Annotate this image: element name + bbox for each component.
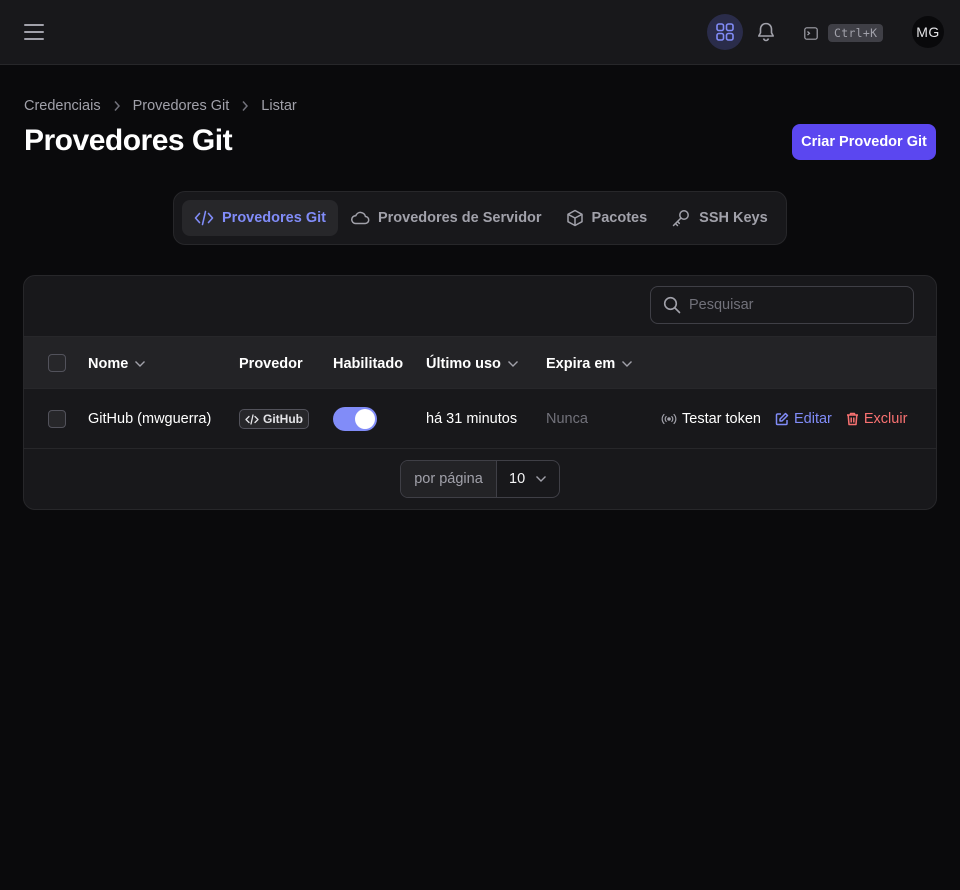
delete-label: Excluir — [863, 411, 908, 427]
column-header-expira-em[interactable]: Expira em — [546, 337, 633, 390]
delete-button[interactable]: Excluir — [846, 411, 908, 427]
test-token-button[interactable]: Testar token — [661, 411, 761, 427]
row-last-used: há 31 minutos — [426, 411, 518, 427]
row-checkbox[interactable] — [48, 410, 66, 428]
page-title: Provedores Git — [24, 124, 233, 157]
row-enabled — [333, 389, 377, 449]
search-icon — [663, 296, 681, 314]
search-input[interactable] — [689, 297, 889, 313]
row-actions: Testar token Editar Excluir — [661, 389, 907, 449]
notifications-button[interactable] — [751, 17, 781, 47]
column-label: Habilitado — [333, 355, 404, 372]
column-header-provedor: Provedor — [239, 337, 303, 390]
column-label: Último uso — [426, 355, 501, 372]
signal-icon — [661, 413, 677, 425]
test-token-label: Testar token — [682, 411, 761, 427]
provider-badge: GitHub — [239, 409, 309, 429]
chevron-down-icon — [135, 360, 146, 367]
chevron-down-icon — [536, 476, 546, 482]
git-providers-table: Nome Provedor Habilitado Último uso Expi… — [23, 275, 937, 510]
pagination: por página 10 — [400, 460, 560, 498]
chevron-right-icon — [113, 100, 121, 112]
shortcut-badge: Ctrl+K — [828, 24, 884, 42]
provider-label: GitHub — [263, 412, 303, 426]
tab-ssh-keys[interactable]: SSH Keys — [659, 200, 780, 236]
edit-icon — [775, 412, 789, 426]
column-header-nome[interactable]: Nome — [88, 337, 146, 390]
hamburger-icon[interactable] — [22, 22, 46, 42]
table-row: GitHub (mwguerra) GitHub há 31 minutos N… — [24, 389, 936, 449]
cube-icon — [566, 209, 583, 227]
key-icon — [672, 210, 690, 227]
tab-provedores-de-servidor[interactable]: Provedores de Servidor — [338, 200, 554, 236]
breadcrumb-item-listar: Listar — [261, 98, 297, 114]
tab-label: Provedores de Servidor — [377, 210, 542, 226]
row-expires: Nunca — [546, 411, 588, 427]
column-label: Nome — [88, 355, 129, 372]
toggle-knob — [355, 409, 375, 429]
edit-button[interactable]: Editar — [775, 411, 832, 427]
enabled-toggle[interactable] — [333, 407, 377, 431]
edit-label: Editar — [794, 411, 832, 427]
tab-label: Pacotes — [591, 210, 648, 226]
per-page-select[interactable]: 10 — [497, 461, 559, 497]
top-bar: Ctrl+K MG — [0, 0, 960, 65]
breadcrumb-item-provedores-git[interactable]: Provedores Git — [133, 98, 230, 114]
column-header-ultimo-uso[interactable]: Último uso — [426, 337, 519, 390]
chevron-right-icon — [241, 100, 249, 112]
search-box[interactable] — [650, 286, 914, 324]
avatar[interactable]: MG — [912, 16, 944, 48]
apps-button[interactable] — [707, 14, 743, 50]
per-page-value: 10 — [509, 471, 526, 487]
create-git-provider-button[interactable]: Criar Provedor Git — [792, 124, 936, 160]
tab-provedores-git[interactable]: Provedores Git — [182, 200, 338, 236]
column-label: Expira em — [546, 355, 616, 372]
command-palette-trigger[interactable]: Ctrl+K — [804, 22, 884, 44]
tab-pacotes[interactable]: Pacotes — [554, 200, 660, 236]
tab-label: SSH Keys — [699, 210, 768, 226]
terminal-icon — [804, 26, 818, 40]
grid-icon — [716, 23, 734, 41]
code-icon — [245, 413, 259, 425]
code-icon — [194, 210, 214, 226]
column-label: Provedor — [239, 355, 303, 372]
column-header-habilitado: Habilitado — [333, 337, 403, 390]
breadcrumb: Credenciais Provedores Git Listar — [24, 96, 297, 116]
chevron-down-icon — [622, 360, 633, 367]
trash-icon — [846, 412, 858, 426]
row-provider: GitHub — [239, 389, 309, 449]
breadcrumb-item-credenciais[interactable]: Credenciais — [24, 98, 101, 114]
select-all-checkbox[interactable] — [48, 354, 66, 372]
tab-label: Provedores Git — [222, 210, 326, 226]
row-name: GitHub (mwguerra) — [88, 411, 212, 427]
tab-bar: Provedores Git Provedores de Servidor Pa… — [173, 191, 787, 245]
per-page-label: por página — [401, 461, 497, 497]
table-header: Nome Provedor Habilitado Último uso Expi… — [24, 336, 936, 390]
bell-icon — [758, 22, 774, 42]
cloud-icon — [350, 211, 370, 225]
chevron-down-icon — [507, 360, 518, 367]
